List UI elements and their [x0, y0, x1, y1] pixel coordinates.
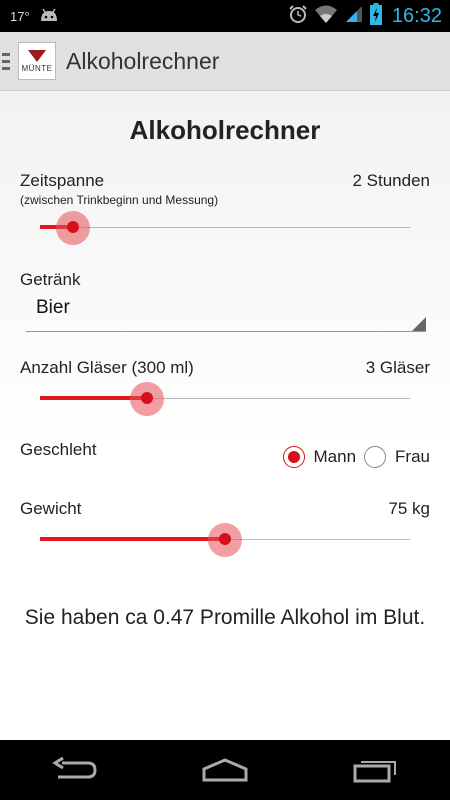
radio-checked-icon[interactable]: [282, 446, 305, 468]
result-text: Sie haben ca 0.47 Promille Alkohol im Bl…: [24, 606, 426, 629]
gender-option-male[interactable]: Mann: [282, 446, 357, 468]
alarm-icon: [288, 4, 308, 29]
gender-option-female[interactable]: Frau: [364, 446, 430, 468]
signal-icon: [344, 4, 364, 29]
back-button[interactable]: [45, 750, 105, 790]
temperature-text: 17°: [10, 8, 30, 24]
navigation-drawer-icon[interactable]: [2, 52, 10, 70]
back-icon: [52, 757, 97, 779]
gender-radio-group: Mann Frau: [282, 446, 430, 468]
logo-mark-icon: [28, 49, 46, 62]
recent-apps-button[interactable]: [345, 750, 405, 790]
radio-label-male: Mann: [313, 447, 357, 466]
glasses-slider[interactable]: [40, 382, 410, 416]
drink-spinner[interactable]: Bier: [26, 291, 426, 332]
radio-label-female: Frau: [395, 447, 430, 466]
duration-sublabel: (zwischen Trinkbeginn und Messung): [20, 193, 219, 207]
android-debug-icon: [38, 7, 60, 26]
duration-label: Zeitspanne: [20, 171, 105, 190]
wifi-icon: [314, 4, 338, 29]
weight-label: Gewicht: [20, 499, 82, 518]
radio-unchecked-icon[interactable]: [364, 446, 387, 468]
clock-text: 16:32: [391, 4, 442, 27]
action-bar: MÜNTE Alkoholrechner: [0, 32, 450, 91]
slider-thumb[interactable]: [219, 533, 231, 545]
home-button[interactable]: [195, 750, 255, 790]
action-bar-title: Alkoholrechner: [66, 47, 220, 74]
gender-label: Geschleht: [20, 440, 97, 459]
home-icon: [202, 758, 248, 782]
dropdown-arrow-icon: [412, 317, 426, 331]
status-bar: 17° 16:32: [0, 0, 450, 32]
weight-slider[interactable]: [40, 523, 410, 557]
slider-fill: [40, 537, 225, 541]
main-content: Alkoholrechner Zeitspanne 2 Stunden (zwi…: [0, 91, 450, 740]
glasses-label: Anzahl Gläser (300 ml): [20, 358, 194, 377]
weight-value: 75 kg: [388, 499, 430, 518]
slider-track: [40, 227, 410, 228]
recent-apps-icon: [353, 761, 396, 783]
logo-text: MÜNTE: [21, 63, 53, 73]
drink-selected-value: Bier: [36, 297, 70, 318]
battery-charging-icon: [369, 2, 382, 30]
duration-slider[interactable]: [40, 211, 410, 245]
page-title: Alkoholrechner: [129, 115, 321, 145]
drink-label: Getränk: [20, 270, 81, 289]
glasses-value: 3 Gläser: [365, 358, 430, 377]
navigation-bar: [0, 740, 450, 800]
app-logo[interactable]: MÜNTE: [18, 42, 56, 80]
duration-value: 2 Stunden: [352, 171, 430, 190]
